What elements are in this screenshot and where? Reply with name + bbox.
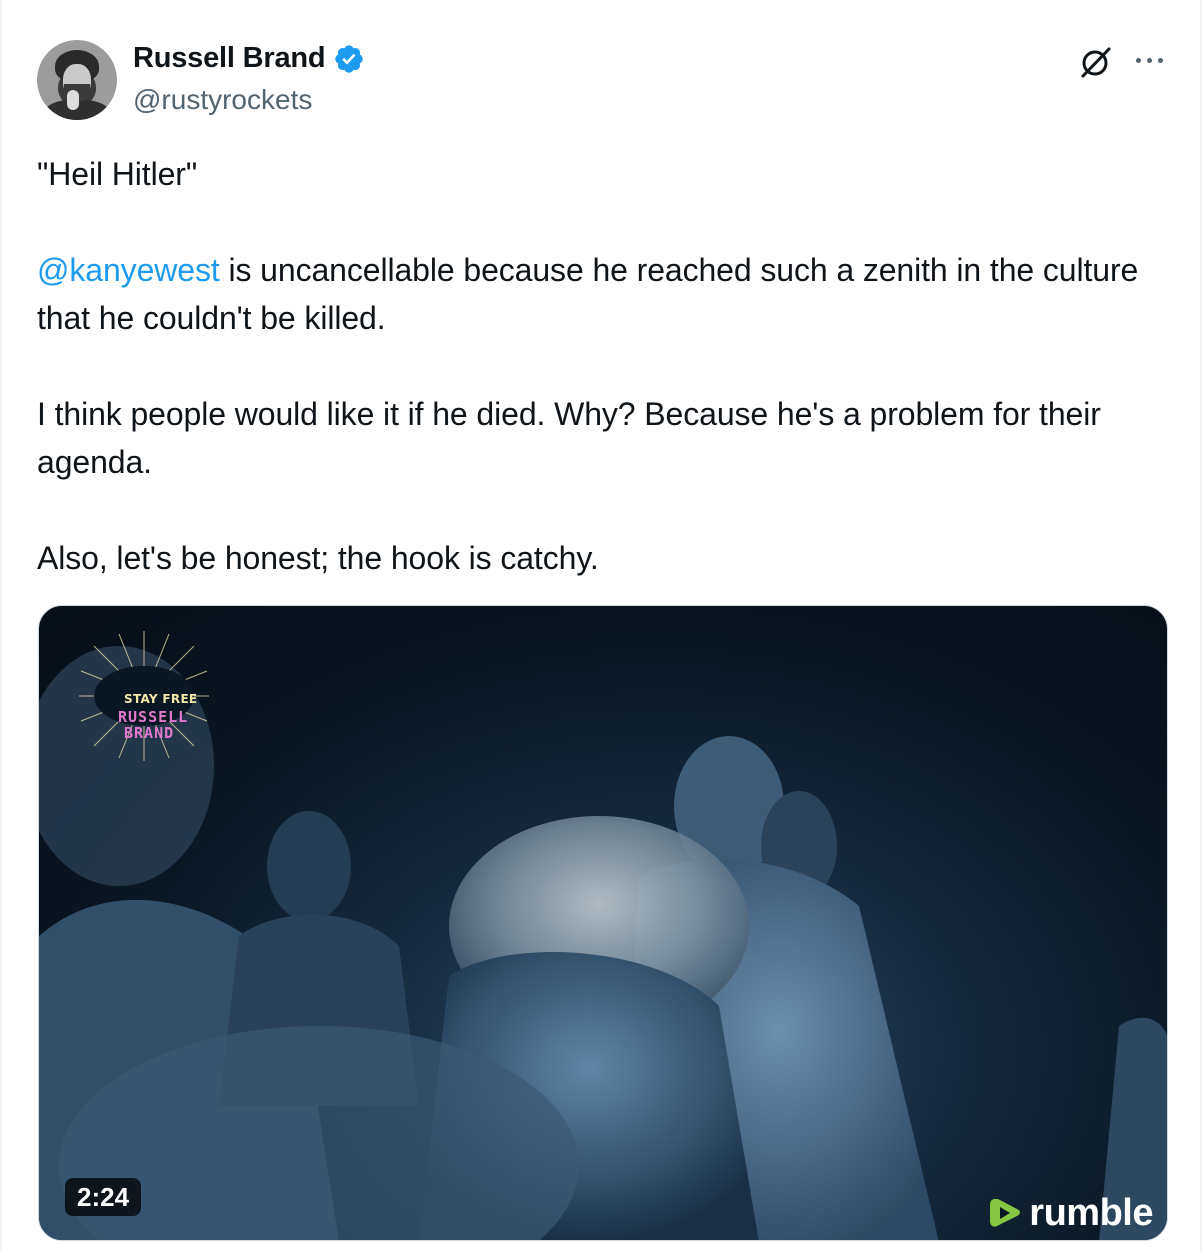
video-player[interactable]: STAY FREE RUSSELL BRAND 2:24 rumble — [38, 605, 1168, 1241]
more-horizontal-icon[interactable] — [1132, 50, 1168, 70]
tweet-text: "Heil Hitler" @kanyewest is uncancellabl… — [37, 150, 1167, 582]
grok-icon[interactable] — [1078, 44, 1114, 80]
verified-badge-icon — [335, 44, 364, 73]
author-name-row: Russell Brand — [133, 42, 365, 75]
video-duration-badge: 2:24 — [65, 1178, 142, 1216]
author-name[interactable]: Russell Brand — [133, 42, 326, 75]
tweet-paragraph-4: Also, let's be honest; the hook is catch… — [37, 540, 599, 576]
author-handle[interactable]: @rustyrockets — [133, 84, 312, 116]
author-avatar[interactable] — [37, 40, 117, 120]
tweet-line-quote: "Heil Hitler" — [37, 156, 198, 192]
tweet-card: Russell Brand @rustyrockets "Heil Hitler… — [0, 0, 1202, 1252]
rumble-logo: rumble — [987, 1194, 1153, 1232]
watermark-line-3: BRAND — [124, 724, 175, 742]
tweet-paragraph-2: @kanyewest is uncancellable because he r… — [37, 246, 1167, 342]
tweet-paragraph-3: I think people would like it if he died.… — [37, 396, 1101, 480]
stay-free-watermark: STAY FREE RUSSELL BRAND — [69, 626, 219, 766]
watermark-line-1: STAY FREE — [124, 692, 198, 706]
mention-link[interactable]: @kanyewest — [37, 252, 220, 288]
rumble-wordmark: rumble — [1029, 1192, 1153, 1234]
rumble-play-icon — [990, 1199, 1021, 1227]
